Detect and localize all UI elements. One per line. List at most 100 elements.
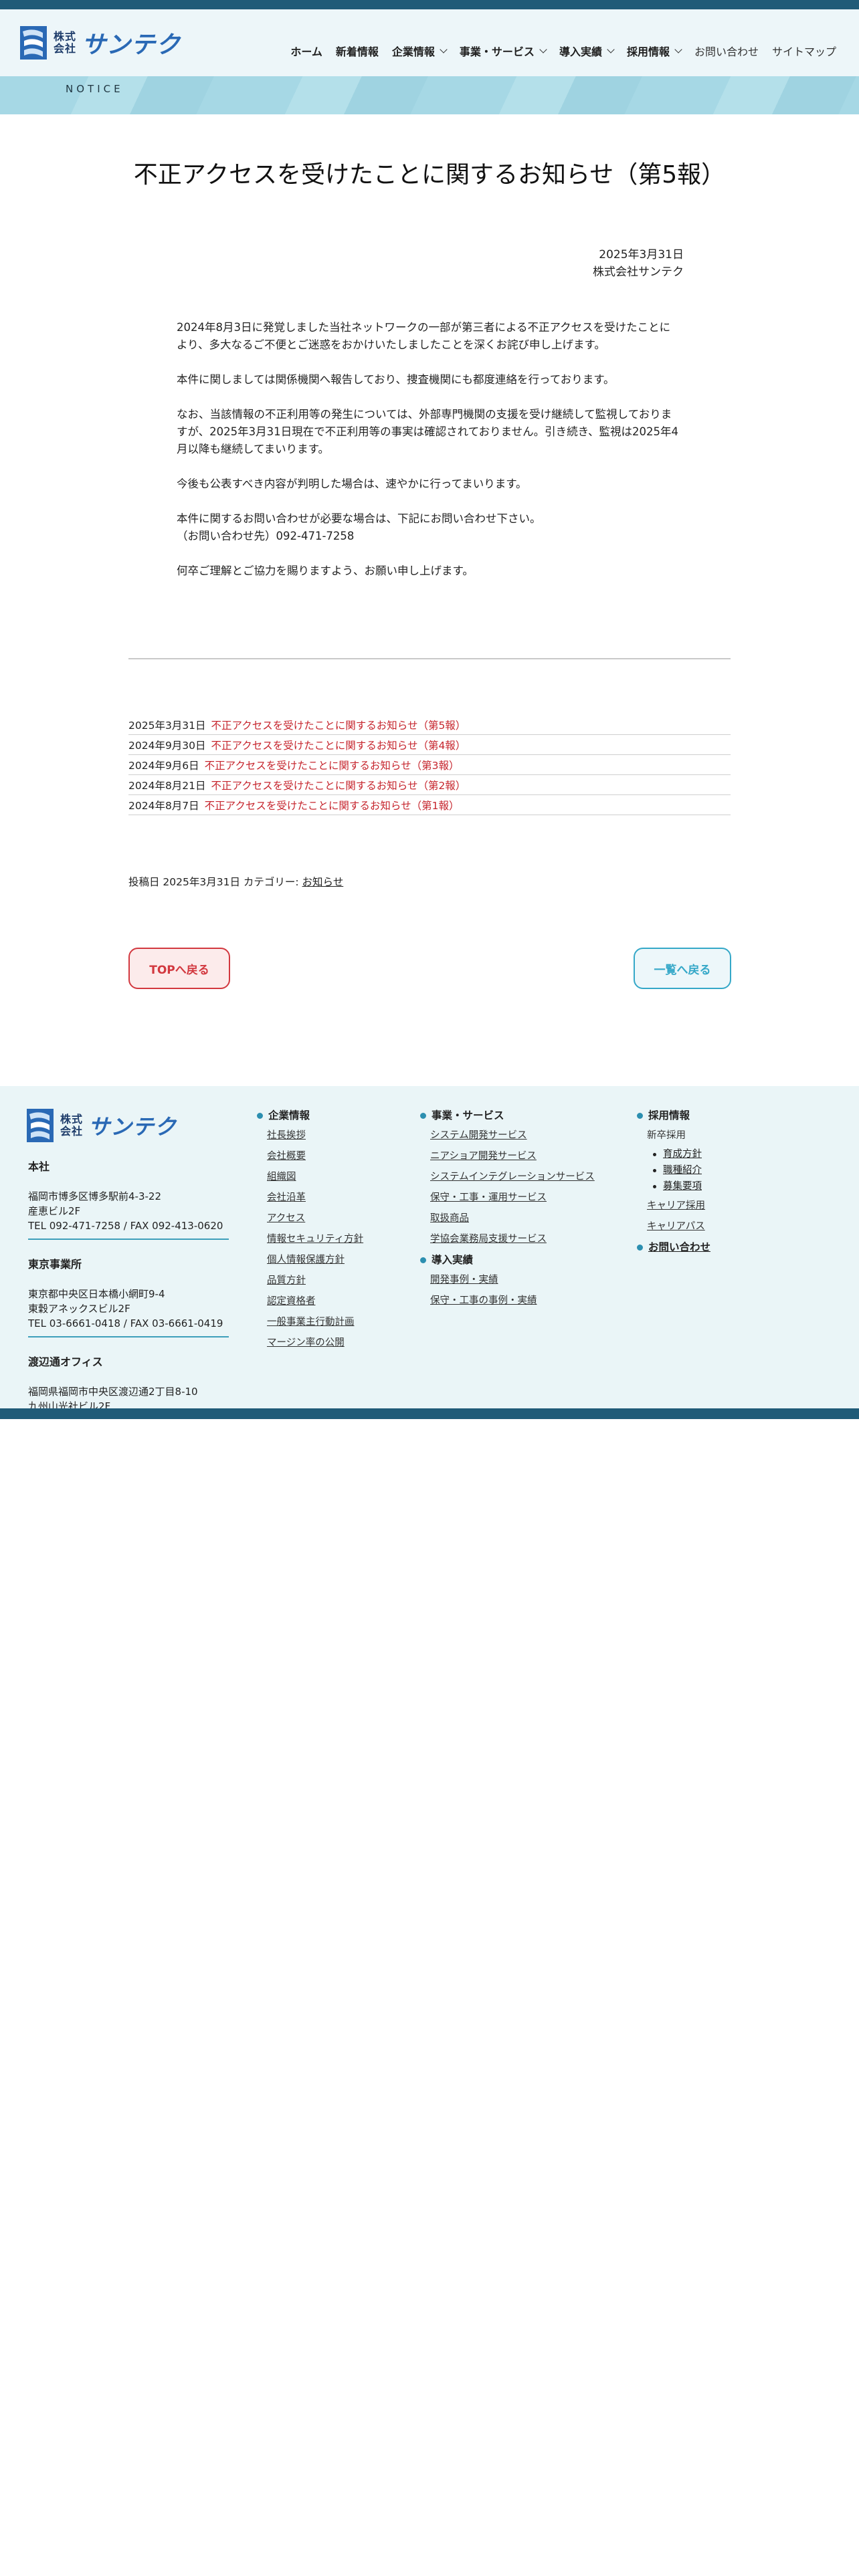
logo-kaisha-text: 株式 会社 — [60, 1113, 83, 1138]
article-company: 株式会社サンテク — [593, 265, 684, 279]
footer-link[interactable]: マージン率の公開 — [267, 1336, 363, 1350]
back-to-list-button[interactable]: 一覧へ戻る — [634, 948, 731, 989]
nav-home[interactable]: ホーム — [284, 43, 329, 59]
footer-link[interactable]: 学協会業務局支援サービス — [430, 1232, 595, 1246]
footer-link[interactable]: 情報セキュリティ方針 — [267, 1232, 363, 1246]
footer-link[interactable]: キャリアパス — [647, 1220, 710, 1233]
footer-link[interactable]: 保守・工事の事例・実績 — [430, 1294, 595, 1307]
footer-link[interactable]: 保守・工事・運用サービス — [430, 1191, 595, 1204]
footer-heading-label: 導入実績 — [432, 1254, 474, 1266]
footer-recruit-column: 採用情報 新卒採用 育成方針 職種紹介 募集要項 キャリア採用 キャリアパス お… — [637, 1109, 710, 1261]
office-building: 東穀アネックスビル2F — [28, 1303, 130, 1315]
nav-services[interactable]: 事業・サービス — [453, 43, 553, 59]
footer-link[interactable]: 社長挨拶 — [267, 1129, 363, 1142]
news-date: 2024年8月7日 — [128, 799, 199, 812]
nav-services-label: 事業・サービス — [459, 45, 535, 58]
site-footer: 株式 会社 サンテク 本社 福岡市博多区博多駅前4-3-22 産恵ビル2F TE… — [0, 1086, 859, 1412]
logo-mark-icon — [27, 1109, 54, 1142]
footer-heading: 採用情報 — [637, 1109, 710, 1122]
office-headquarters: 本社 福岡市博多区博多駅前4-3-22 産恵ビル2F TEL 092-471-7… — [28, 1160, 229, 1240]
bullet-dot-icon — [257, 1112, 263, 1119]
footer-link[interactable]: 個人情報保護方針 — [267, 1253, 363, 1267]
article-date-block: 2025年3月31日 株式会社サンテク — [593, 246, 684, 281]
post-meta-text: 投稿日 2025年3月31日 カテゴリー: — [128, 876, 302, 888]
nav-company[interactable]: 企業情報 — [385, 43, 453, 59]
footer-link[interactable]: 開発事例・実績 — [430, 1273, 595, 1287]
footer-link[interactable]: 募集要項 — [663, 1181, 702, 1192]
logo-kaisha-text: 株式 会社 — [54, 31, 76, 55]
banner-label: NOTICE — [66, 83, 124, 95]
footer-heading-label: 事業・サービス — [432, 1109, 504, 1121]
footer-link[interactable]: システムインテグレーションサービス — [430, 1170, 595, 1184]
article-body: 2024年8月3日に発覚しました当社ネットワークの一部が第三者による不正アクセス… — [177, 319, 681, 597]
office-name: 本社 — [28, 1160, 50, 1173]
footer-services-column: 事業・サービス システム開発サービス ニアショア開発サービス システムインテグレ… — [420, 1109, 595, 1315]
footer-link[interactable]: 会社沿革 — [267, 1191, 363, 1204]
footer-link[interactable]: 会社概要 — [267, 1150, 363, 1163]
footer-contact-link[interactable]: お問い合わせ — [648, 1241, 710, 1254]
footer-contact-heading[interactable]: お問い合わせ — [637, 1241, 710, 1254]
news-link[interactable]: 不正アクセスを受けたことに関するお知らせ（第5報） — [211, 718, 466, 732]
chevron-down-icon — [539, 45, 547, 53]
logo-company-name: サンテク — [88, 1114, 177, 1140]
category-link[interactable]: お知らせ — [302, 876, 344, 888]
article-paragraph: 今後も公表すべき内容が判明した場合は、速やかに行ってまいります。 — [177, 477, 527, 490]
footer-link[interactable]: 育成方針 — [663, 1149, 702, 1160]
bullet-dot-icon — [637, 1112, 643, 1119]
office-address: 東京都中央区日本橋小網町9-4 — [28, 1288, 165, 1300]
footer-logo[interactable]: 株式 会社 サンテク — [27, 1109, 177, 1142]
footer-heading-label: 採用情報 — [648, 1109, 690, 1121]
article-date: 2025年3月31日 — [599, 248, 684, 261]
news-link[interactable]: 不正アクセスを受けたことに関するお知らせ（第4報） — [211, 738, 466, 752]
news-date: 2024年9月30日 — [128, 739, 206, 752]
nav-news[interactable]: 新着情報 — [329, 43, 385, 59]
footer-link[interactable]: 一般事業主行動計画 — [267, 1315, 363, 1329]
nav-news-label: 新着情報 — [335, 45, 379, 58]
page-banner: NOTICE — [0, 76, 859, 114]
footer-company-column: 企業情報 社長挨拶 会社概要 組織図 会社沿革 アクセス 情報セキュリティ方針 … — [257, 1109, 363, 1357]
logo-kaisha-line1: 株式 — [60, 1113, 84, 1125]
footer-link[interactable]: 認定資格者 — [267, 1295, 363, 1308]
footer-link[interactable]: 品質方針 — [267, 1274, 363, 1287]
list-item: 2024年9月6日 不正アクセスを受けたことに関するお知らせ（第3報） — [128, 755, 731, 775]
footer-link[interactable]: キャリア採用 — [647, 1199, 710, 1212]
back-to-top-button[interactable]: TOPへ戻る — [128, 948, 230, 989]
nav-results[interactable]: 導入実績 — [553, 43, 620, 59]
news-date: 2024年9月6日 — [128, 759, 199, 772]
footer-bottom-bar — [0, 1408, 859, 1419]
site-logo[interactable]: 株式 会社 サンテク — [20, 25, 181, 60]
office-tel: TEL 092-471-7258 / FAX 092-413-0620 — [28, 1220, 223, 1232]
office-divider — [28, 1336, 229, 1337]
bullet-dot-icon — [420, 1257, 426, 1263]
footer-link[interactable]: 組織図 — [267, 1170, 363, 1184]
logo-kaisha-line2: 会社 — [60, 1125, 84, 1138]
footer-link[interactable]: ニアショア開発サービス — [430, 1150, 595, 1163]
office-address: 福岡県福岡市中央区渡辺通2丁目8-10 — [28, 1386, 198, 1398]
footer-link[interactable]: 取扱商品 — [430, 1212, 595, 1225]
footer-link[interactable]: 職種紹介 — [663, 1165, 702, 1176]
office-name: 東京事業所 — [28, 1258, 82, 1271]
top-accent-bar — [0, 0, 859, 9]
news-link[interactable]: 不正アクセスを受けたことに関するお知らせ（第3報） — [205, 758, 460, 772]
nav-sitemap[interactable]: サイトマップ — [765, 43, 843, 59]
article-paragraph: 本件に関するお問い合わせが必要な場合は、下記にお問い合わせ下さい。 — [177, 512, 541, 525]
footer-link[interactable]: システム開発サービス — [430, 1129, 595, 1142]
nav-contact[interactable]: お問い合わせ — [688, 43, 765, 59]
article-paragraph: 何卒ご理解とご協力を賜りますよう、お願い申し上げます。 — [177, 564, 474, 577]
article-paragraph: なお、当該情報の不正利用等の発生については、外部専門機関の支援を受け継続して監視… — [177, 408, 679, 455]
footer-heading: 事業・サービス — [420, 1109, 595, 1122]
office-tel: TEL 03-6661-0418 / FAX 03-6661-0419 — [28, 1317, 223, 1329]
footer-link[interactable]: アクセス — [267, 1212, 363, 1225]
news-link[interactable]: 不正アクセスを受けたことに関するお知らせ（第2報） — [211, 778, 466, 792]
nav-recruit[interactable]: 採用情報 — [620, 43, 688, 59]
footer-heading-label: 企業情報 — [268, 1109, 310, 1121]
list-item: 2025年3月31日 不正アクセスを受けたことに関するお知らせ（第5報） — [128, 715, 731, 735]
office-building: 産恵ビル2F — [28, 1205, 81, 1217]
bullet-dot-icon — [637, 1244, 643, 1251]
footer-sublist: 育成方針 職種紹介 募集要項 — [647, 1148, 710, 1193]
nav-contact-label: お問い合わせ — [694, 45, 759, 58]
article-paragraph: 本件に関しましては関係機関へ報告しており、捜査機関にも都度連絡を行っております。 — [177, 373, 615, 386]
nav-home-label: ホーム — [290, 45, 322, 58]
news-date: 2024年8月21日 — [128, 779, 206, 792]
news-link[interactable]: 不正アクセスを受けたことに関するお知らせ（第1報） — [205, 798, 460, 813]
